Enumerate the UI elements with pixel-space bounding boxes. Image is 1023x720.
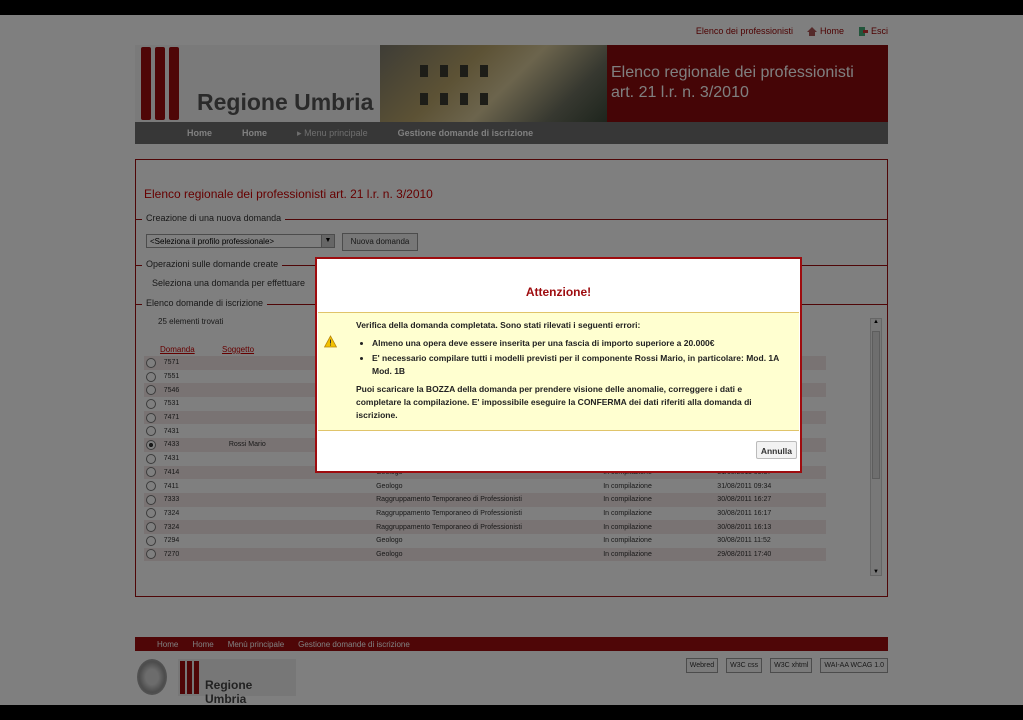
dialog-intro: Verifica della domanda completata. Sono … <box>356 320 641 330</box>
warning-icon <box>324 335 337 348</box>
browser-viewport: Elenco dei professionisti Home Esci Regi… <box>0 15 1023 705</box>
error-list: Almeno una opera deve essere inserita pe… <box>356 337 783 378</box>
error-message-box: Verifica della domanda completata. Sono … <box>318 312 799 431</box>
cancel-button[interactable]: Annulla <box>755 441 797 459</box>
dialog-note: Puoi scaricare la BOZZA della domanda pe… <box>356 384 752 420</box>
error-dialog: Attenzione! Verifica della domanda compl… <box>315 257 802 473</box>
dialog-title: Attenzione! <box>525 285 592 299</box>
error-item: Almeno una opera deve essere inserita pe… <box>372 337 783 350</box>
error-item: E' necessario compilare tutti i modelli … <box>372 352 783 378</box>
